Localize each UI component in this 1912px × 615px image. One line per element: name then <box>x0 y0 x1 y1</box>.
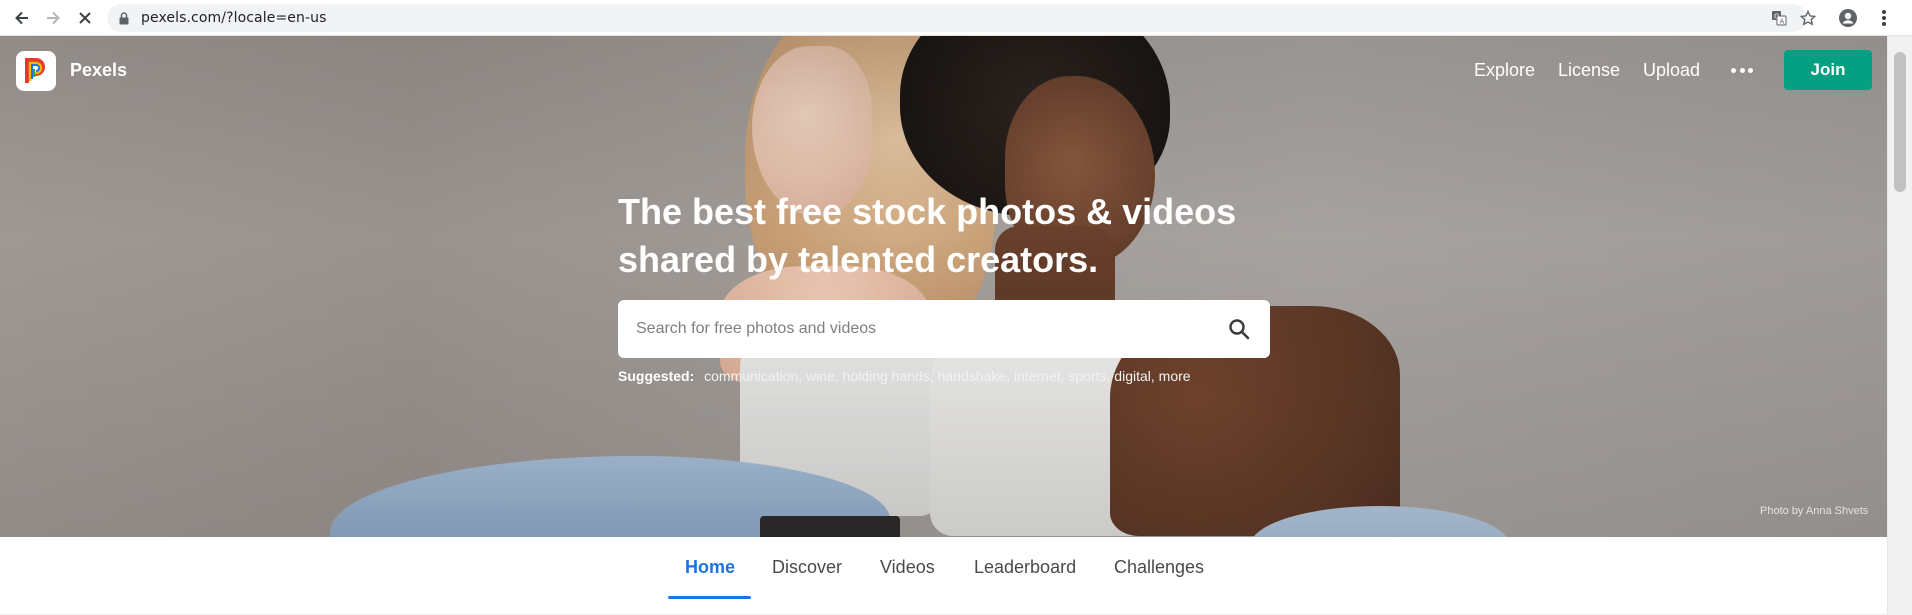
svg-text:A: A <box>1780 18 1785 26</box>
page-scrollbar[interactable] <box>1887 36 1912 615</box>
lock-icon[interactable] <box>119 12 129 30</box>
suggestion-link[interactable]: holding hands, <box>843 368 934 384</box>
page-viewport: Pexels Explore License Upload Join The b… <box>0 36 1887 615</box>
search-box[interactable] <box>618 300 1270 358</box>
photo-credit[interactable]: Photo by Anna Shvets <box>1760 505 1868 517</box>
tab-videos[interactable]: Videos <box>880 557 935 578</box>
search-icon[interactable] <box>1228 318 1250 340</box>
hero-headline: The best free stock photos & videos shar… <box>618 188 1278 284</box>
suggested-label: Suggested: <box>618 368 695 384</box>
browser-toolbar: pexels.com/?locale=en-us GA <box>0 0 1912 36</box>
back-icon[interactable] <box>10 6 34 30</box>
address-bar[interactable]: pexels.com/?locale=en-us GA <box>107 4 1816 32</box>
nav-upload[interactable]: Upload <box>1643 60 1700 81</box>
url-text[interactable]: pexels.com/?locale=en-us <box>141 10 326 26</box>
nav-license[interactable]: License <box>1558 60 1620 81</box>
more-dots-icon[interactable] <box>1731 66 1753 74</box>
stop-icon[interactable] <box>73 6 97 30</box>
suggestion-link[interactable]: internet, <box>1014 368 1065 384</box>
translate-icon[interactable]: GA <box>1770 9 1788 27</box>
suggested-searches: Suggested: communication, wine, holding … <box>618 368 1191 384</box>
suggestion-link[interactable]: handshake, <box>938 368 1010 384</box>
tab-leaderboard[interactable]: Leaderboard <box>974 557 1076 578</box>
hero-banner: Pexels Explore License Upload Join The b… <box>0 36 1887 537</box>
pexels-logo[interactable] <box>16 51 56 91</box>
scrollbar-thumb[interactable] <box>1894 52 1906 192</box>
hero-headline-line-1: The best free stock photos & videos <box>618 191 1237 232</box>
tab-discover[interactable]: Discover <box>772 557 842 578</box>
profile-icon[interactable] <box>1836 6 1860 30</box>
active-tab-indicator <box>668 596 751 599</box>
tab-home[interactable]: Home <box>685 557 735 578</box>
suggestion-link[interactable]: communication, <box>704 368 802 384</box>
hero-overlay <box>0 36 1887 537</box>
brand-name[interactable]: Pexels <box>70 60 127 81</box>
menu-icon[interactable] <box>1872 6 1896 30</box>
suggestion-link[interactable]: wine, <box>806 368 839 384</box>
suggestion-link[interactable]: sports, <box>1068 368 1110 384</box>
content-tabs: Home Discover Videos Leaderboard Challen… <box>0 537 1887 615</box>
hero-headline-line-2: shared by talented creators. <box>618 239 1099 280</box>
tab-challenges[interactable]: Challenges <box>1114 557 1204 578</box>
star-icon[interactable] <box>1799 9 1817 27</box>
suggestion-link[interactable]: digital, <box>1114 368 1154 384</box>
nav-explore[interactable]: Explore <box>1474 60 1535 81</box>
join-button[interactable]: Join <box>1784 50 1872 90</box>
search-input[interactable] <box>636 316 1216 342</box>
forward-icon[interactable] <box>41 6 65 30</box>
suggestion-more-link[interactable]: more <box>1159 368 1191 384</box>
pexels-logo-icon <box>25 58 45 83</box>
